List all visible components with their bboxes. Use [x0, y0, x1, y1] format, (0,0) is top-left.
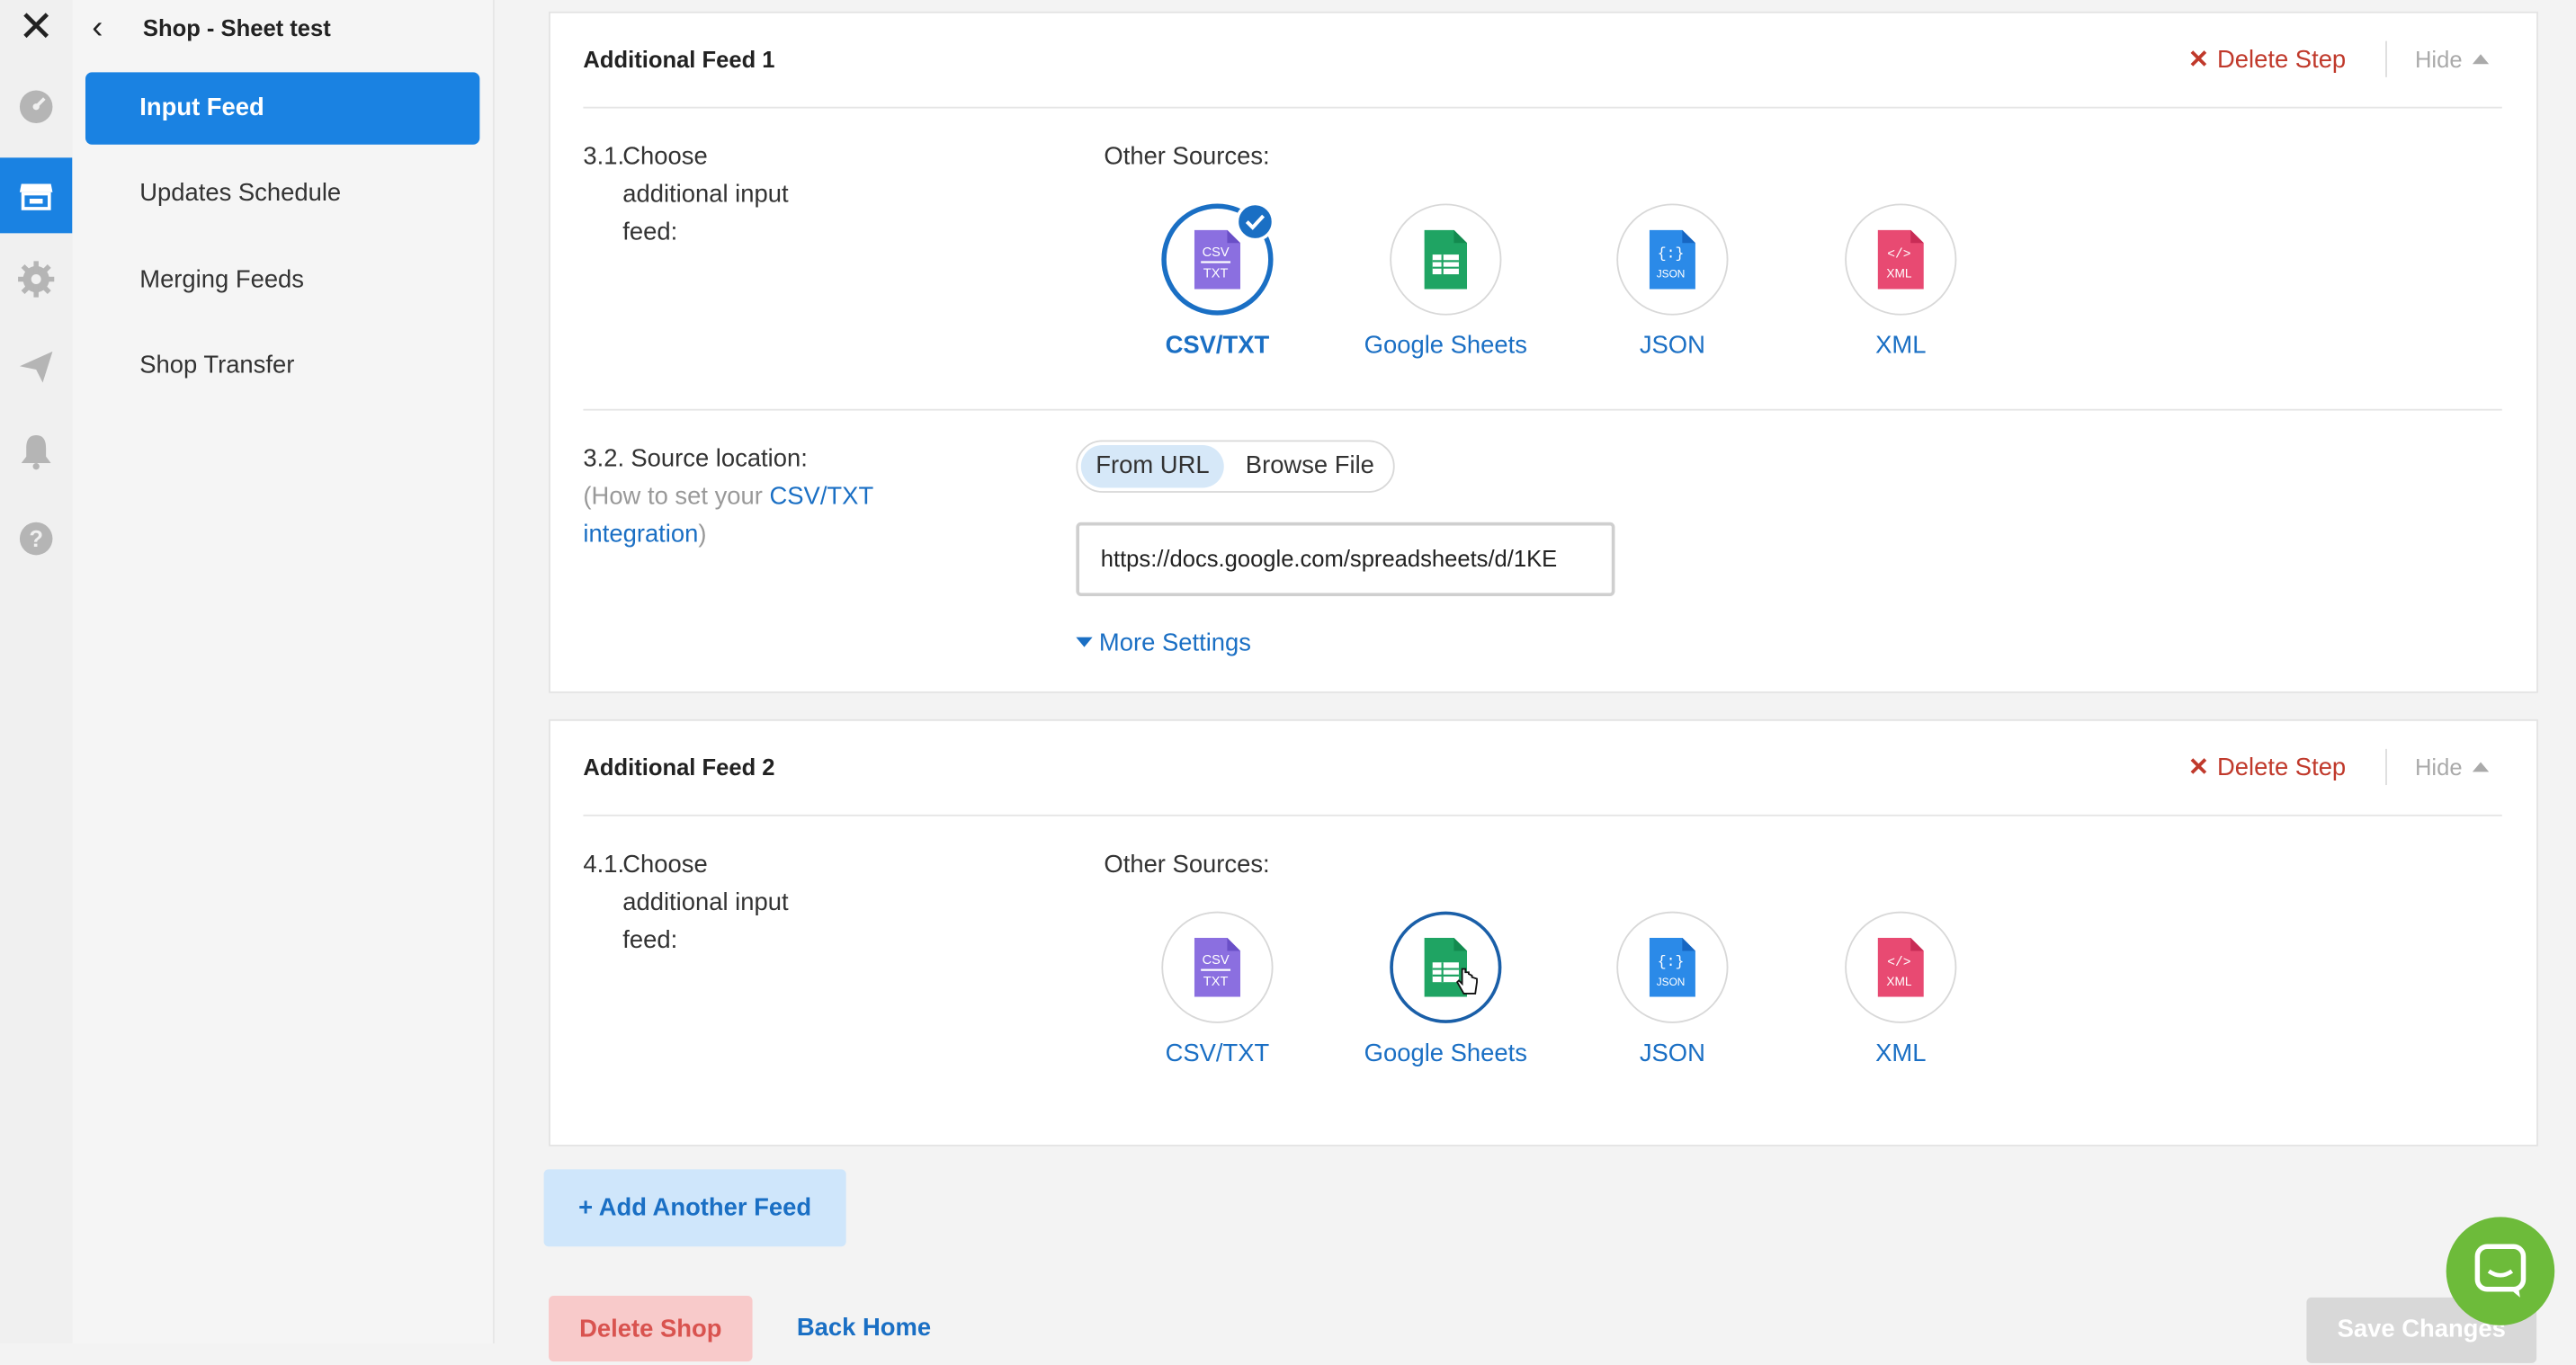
source-label: XML: [1875, 1039, 1927, 1068]
source-option-csv[interactable]: CSV TXT CSV/TXT: [1119, 201, 1316, 360]
feed-title: Additional Feed 1: [583, 46, 775, 73]
bell-icon[interactable]: [16, 432, 56, 471]
hide-button[interactable]: Hide: [2415, 46, 2489, 72]
source-mode-toggle: From URL Browse File: [1076, 440, 1394, 493]
icon-rail: ✕ ?: [0, 0, 75, 1343]
svg-text:{:}: {:}: [1658, 953, 1685, 970]
step-label: Choose additional input feed:: [622, 142, 789, 246]
dashboard-icon[interactable]: [16, 87, 56, 127]
close-icon: ✕: [2187, 46, 2209, 75]
hide-button[interactable]: Hide: [2414, 754, 2489, 781]
caret-up-icon: [2472, 54, 2489, 65]
chat-button[interactable]: [2446, 1217, 2555, 1325]
source-option-google-sheets[interactable]: Google Sheets: [1347, 911, 1544, 1068]
sidebar-item-input-feed[interactable]: Input Feed: [85, 72, 480, 145]
svg-text:CSV: CSV: [1203, 953, 1230, 968]
other-sources-label: Other Sources:: [1104, 142, 1270, 171]
chat-icon: [2474, 1244, 2527, 1298]
source-option-json[interactable]: {:} JSON JSON: [1574, 911, 1771, 1068]
toggle-browse-file[interactable]: Browse File: [1230, 445, 1389, 487]
delete-shop-button[interactable]: Delete Shop: [549, 1296, 753, 1362]
sidebar-item-merging-feeds[interactable]: Merging Feeds: [85, 245, 479, 317]
source-label: XML: [1875, 331, 1927, 360]
close-icon[interactable]: ✕: [16, 4, 56, 47]
hand-cursor-icon: [1455, 968, 1478, 995]
svg-text:TXT: TXT: [1203, 267, 1229, 281]
more-settings-label: More Settings: [1098, 629, 1251, 657]
settings-sidebar: ‹ Shop - Sheet test Input Feed Updates S…: [72, 0, 495, 1343]
add-another-feed-button[interactable]: + Add Another Feed: [543, 1169, 846, 1247]
sidebar-item-shop-transfer[interactable]: Shop Transfer: [85, 330, 479, 402]
step-label: Source location:: [631, 444, 808, 474]
delete-step-label: Delete Step: [2217, 754, 2347, 782]
source-option-json[interactable]: {:} JSON JSON: [1574, 203, 1771, 360]
source-label: CSV/TXT: [1165, 1039, 1270, 1068]
send-icon[interactable]: [16, 346, 56, 386]
source-option-xml[interactable]: </> XML XML: [1802, 203, 1999, 360]
source-url-input[interactable]: https://docs.google.com/spreadsheets/d/1…: [1076, 522, 1615, 596]
delete-step-button[interactable]: ✕ Delete Step: [2188, 44, 2346, 74]
divider: [583, 106, 2502, 109]
gear-icon[interactable]: [16, 260, 56, 299]
step-label: Choose additional input feed:: [622, 851, 789, 955]
step-number: 3.2.: [583, 444, 625, 474]
caret-up-icon: [2472, 762, 2489, 772]
divider: [2385, 748, 2387, 786]
step-number: 3.1.: [583, 142, 625, 171]
toggle-from-url[interactable]: From URL: [1080, 444, 1225, 488]
delete-step-button[interactable]: ✕ Delete Step: [2188, 752, 2346, 781]
source-option-csv[interactable]: CSV TXT CSV/TXT: [1119, 911, 1316, 1068]
hide-label: Hide: [2414, 754, 2463, 781]
svg-text:</>: </>: [1887, 956, 1910, 970]
help-text: (How to set your CSV/TXT integration): [583, 477, 911, 553]
shop-title: Shop - Sheet test: [142, 14, 331, 41]
svg-text:?: ?: [29, 527, 43, 552]
source-label: JSON: [1639, 331, 1705, 360]
source-option-xml[interactable]: </> XML XML: [1802, 911, 1999, 1068]
close-icon: ✕: [2187, 754, 2209, 782]
sidebar-item-updates-schedule[interactable]: Updates Schedule: [85, 157, 479, 229]
svg-text:</>: </>: [1887, 248, 1910, 263]
divider: [583, 814, 2502, 816]
source-label: JSON: [1639, 1039, 1705, 1068]
more-settings-link[interactable]: More Settings: [1076, 629, 1251, 657]
step-number: 4.1.: [583, 851, 625, 879]
checkmark-icon: [1235, 201, 1275, 242]
source-label: CSV/TXT: [1165, 331, 1270, 360]
divider: [2385, 40, 2387, 77]
divider: [583, 408, 2502, 411]
svg-text:{:}: {:}: [1658, 245, 1685, 263]
source-option-google-sheets[interactable]: Google Sheets: [1347, 203, 1544, 360]
svg-text:CSV: CSV: [1203, 245, 1230, 260]
svg-text:JSON: JSON: [1657, 268, 1686, 281]
svg-text:XML: XML: [1886, 975, 1912, 988]
help-suffix: ): [698, 520, 707, 549]
delete-step-label: Delete Step: [2217, 46, 2347, 75]
shop-icon[interactable]: [16, 175, 56, 215]
svg-text:JSON: JSON: [1657, 976, 1686, 988]
other-sources-label: Other Sources:: [1104, 851, 1270, 879]
svg-text:TXT: TXT: [1203, 975, 1229, 989]
feed-card-2: Additional Feed 2 ✕ Delete Step Hide 4.1.…: [549, 718, 2538, 1146]
svg-text:XML: XML: [1886, 267, 1912, 281]
caret-down-icon: [1076, 637, 1093, 647]
source-label: Google Sheets: [1364, 331, 1527, 360]
help-prefix: (How to set your: [583, 482, 770, 512]
back-home-link[interactable]: Back Home: [797, 1314, 931, 1342]
help-icon[interactable]: ?: [16, 519, 56, 558]
feed-title: Additional Feed 2: [583, 754, 775, 781]
source-label: Google Sheets: [1364, 1039, 1527, 1068]
hide-label: Hide: [2414, 46, 2463, 73]
chevron-left-icon[interactable]: ‹: [92, 10, 103, 48]
